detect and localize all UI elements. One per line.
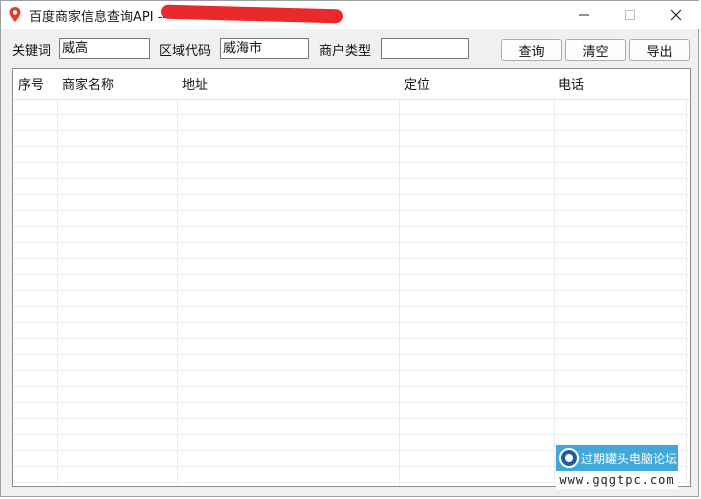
forum-logo-icon bbox=[559, 448, 579, 468]
watermark-label: 过期罐头电脑论坛 bbox=[581, 451, 678, 466]
region-label: 区域代码 bbox=[159, 44, 212, 59]
close-icon bbox=[670, 9, 682, 21]
table-header-row bbox=[13, 69, 690, 100]
column-divider bbox=[554, 69, 555, 486]
redaction-mark bbox=[160, 4, 344, 24]
watermark-url: www.gqgtpc.com bbox=[556, 472, 678, 489]
keyword-label: 关键词 bbox=[12, 44, 52, 59]
maximize-button[interactable] bbox=[607, 1, 653, 29]
watermark-banner: 过期罐头电脑论坛 bbox=[556, 445, 678, 471]
forum-watermark: 过期罐头电脑论坛 www.gqgtpc.com bbox=[556, 445, 678, 489]
column-header-location[interactable]: 定位 bbox=[404, 74, 430, 93]
results-table[interactable]: 序号 商家名称 地址 定位 电话 bbox=[12, 68, 691, 487]
maximize-icon bbox=[625, 10, 635, 20]
column-divider bbox=[177, 69, 178, 486]
column-divider bbox=[686, 69, 687, 486]
close-button[interactable] bbox=[653, 1, 699, 29]
export-button[interactable]: 导出 bbox=[629, 39, 690, 61]
column-divider bbox=[57, 69, 58, 486]
column-header-address[interactable]: 地址 bbox=[182, 74, 208, 93]
window-title: 百度商家信息查询API --- bbox=[29, 10, 172, 25]
merchant-type-input[interactable] bbox=[381, 38, 469, 59]
minimize-icon bbox=[579, 14, 589, 16]
merchant-type-label: 商户类型 bbox=[319, 44, 372, 59]
column-header-index[interactable]: 序号 bbox=[18, 74, 44, 93]
query-button[interactable]: 查询 bbox=[501, 39, 562, 61]
region-input[interactable]: 威海市 bbox=[220, 38, 309, 59]
minimize-button[interactable] bbox=[561, 1, 607, 29]
keyword-input[interactable]: 威高 bbox=[59, 38, 150, 59]
title-bar[interactable]: 百度商家信息查询API --- bbox=[1, 1, 700, 29]
app-window: 百度商家信息查询API --- 关键词 威高 区域代码 威海市 商户类型 查询 … bbox=[0, 0, 700, 497]
column-header-phone[interactable]: 电话 bbox=[558, 74, 584, 93]
map-pin-icon bbox=[9, 7, 21, 22]
column-divider bbox=[399, 69, 400, 486]
column-header-name[interactable]: 商家名称 bbox=[62, 74, 114, 93]
clear-button[interactable]: 清空 bbox=[565, 39, 626, 61]
